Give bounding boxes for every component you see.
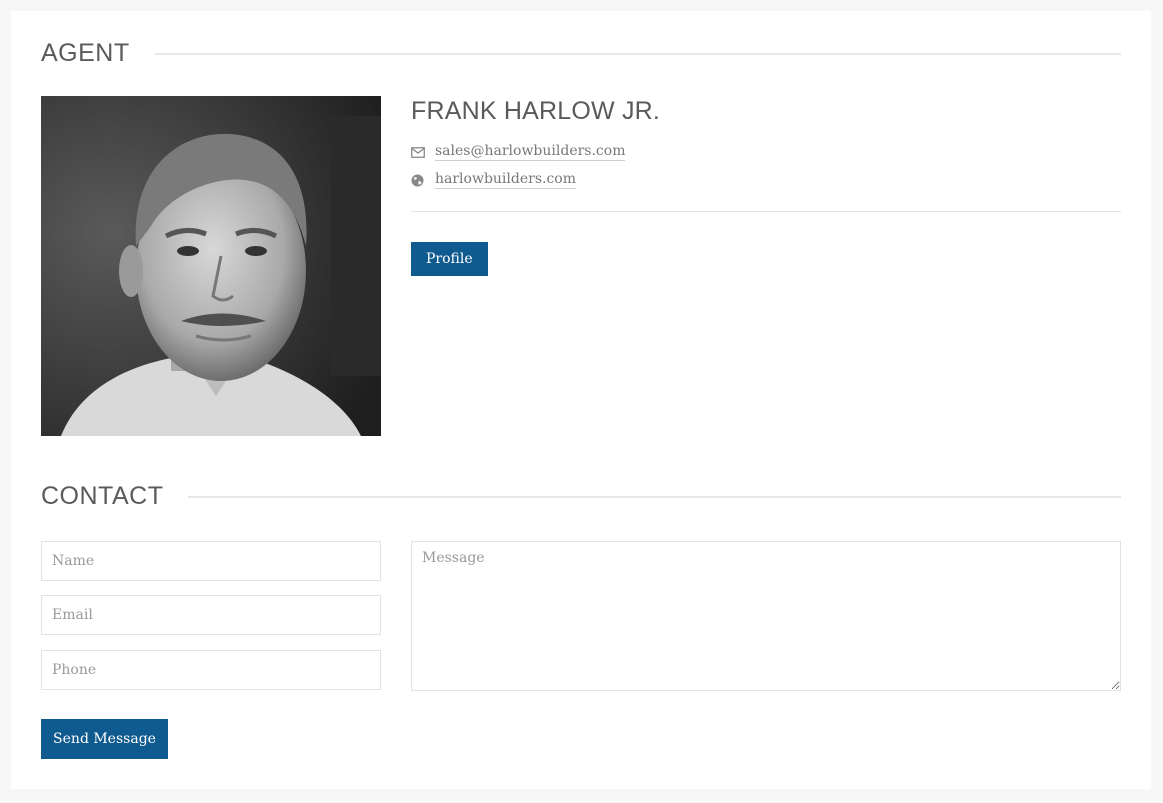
- agent-portrait-image: [41, 96, 381, 436]
- agent-photo: [41, 96, 381, 436]
- profile-button[interactable]: Profile: [411, 242, 488, 276]
- agent-email-row: sales@harlowbuilders.com: [411, 138, 1121, 166]
- name-input[interactable]: [41, 541, 381, 581]
- agent-section-header: AGENT: [41, 39, 1121, 68]
- agent-info-divider: [411, 211, 1121, 212]
- envelope-icon: [411, 146, 435, 158]
- agent-website-link[interactable]: harlowbuilders.com: [435, 171, 576, 189]
- section-divider: [188, 495, 1121, 498]
- globe-icon: [411, 174, 435, 187]
- contact-section-header: CONTACT: [41, 482, 1121, 511]
- phone-input[interactable]: [41, 650, 381, 690]
- agent-email-link[interactable]: sales@harlowbuilders.com: [435, 143, 626, 161]
- email-input[interactable]: [41, 595, 381, 635]
- agent-website-row: harlowbuilders.com: [411, 166, 1121, 194]
- section-divider: [154, 52, 1121, 55]
- agent-section-title: AGENT: [41, 39, 130, 67]
- message-textarea[interactable]: [411, 541, 1121, 691]
- agent-card: AGENT FRANK HARLOW JR. sales@harlowbuild…: [11, 11, 1151, 789]
- contact-section-title: CONTACT: [41, 482, 164, 510]
- send-message-button[interactable]: Send Message: [41, 719, 168, 759]
- agent-name: FRANK HARLOW JR.: [411, 97, 661, 125]
- agent-info: FRANK HARLOW JR. sales@harlowbuilders.co…: [411, 96, 1121, 276]
